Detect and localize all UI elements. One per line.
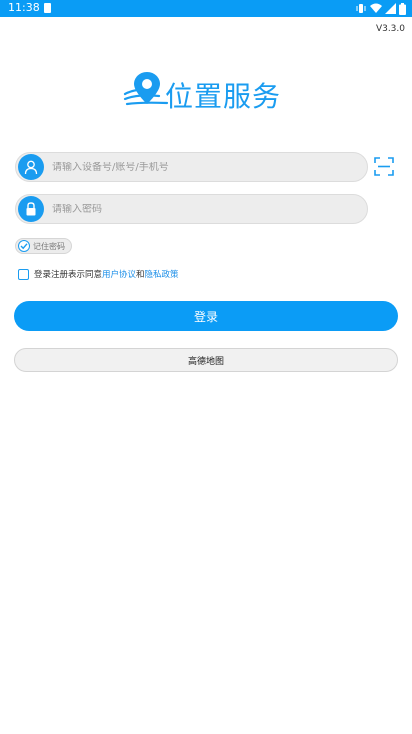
status-icons	[355, 2, 406, 15]
agreement-prefix: 登录注册表示同意	[34, 270, 103, 280]
login-button[interactable]: 登录	[14, 301, 398, 331]
user-agreement-link[interactable]: 用户协议	[102, 268, 136, 280]
login-screen: 11:38 V3.3.0 位置服务 请输入设备号/账号/手机号 记住密码 登录注…	[0, 0, 412, 734]
agreement-row: 登录注册表示同意 用户协议 和 隐私政策	[18, 268, 179, 280]
account-field[interactable]	[15, 152, 368, 182]
battery-icon	[399, 2, 406, 15]
wifi-icon	[370, 3, 382, 13]
map-provider-button[interactable]: 高德地图	[14, 348, 398, 372]
user-icon	[18, 154, 44, 180]
vibrate-icon	[356, 4, 366, 13]
map-pin-logo-icon: 位置服务	[123, 72, 281, 113]
password-field[interactable]	[15, 194, 368, 224]
agreement-checkbox[interactable]	[18, 268, 29, 280]
version-label: V3.3.0	[375, 24, 405, 34]
notification-icon	[44, 3, 51, 13]
status-bar: 11:38	[0, 0, 412, 17]
scan-icon[interactable]	[374, 157, 394, 176]
check-icon	[18, 240, 30, 252]
signal-icon	[385, 3, 396, 14]
agreement-and: 和	[136, 270, 145, 280]
lock-icon	[18, 196, 44, 222]
password-input[interactable]	[52, 203, 332, 215]
privacy-policy-link[interactable]: 隐私政策	[145, 268, 179, 280]
logo-text: 位置服务	[165, 80, 281, 113]
account-input[interactable]	[52, 161, 332, 173]
remember-password-toggle[interactable]: 记住密码	[15, 238, 72, 254]
remember-password-label: 记住密码	[33, 241, 65, 251]
status-time: 11:38	[8, 1, 40, 14]
